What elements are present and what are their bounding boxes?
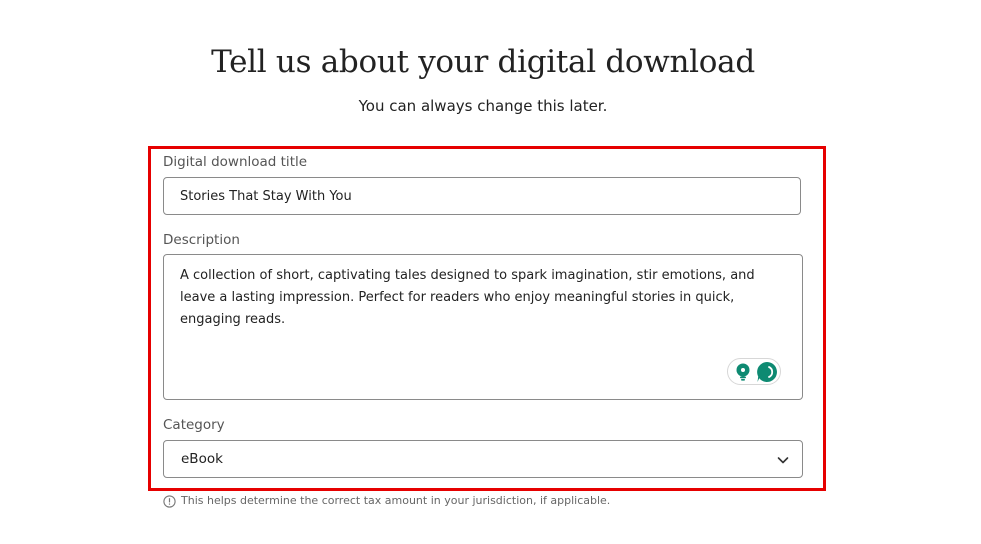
lightbulb-icon[interactable] [735, 363, 751, 381]
info-circle-icon [163, 495, 176, 508]
category-select[interactable]: eBook [163, 440, 803, 478]
title-input[interactable] [163, 177, 801, 215]
title-field-label: Digital download title [163, 154, 308, 170]
chat-bubble-icon[interactable] [756, 361, 778, 383]
page-subtitle: You can always change this later. [358, 97, 608, 115]
category-field-label: Category [163, 417, 225, 433]
description-field-label: Description [163, 232, 240, 248]
digital-download-setup-page: Tell us about your digital download You … [0, 0, 981, 544]
category-selected-value: eBook [181, 451, 223, 467]
help-text: This helps determine the correct tax amo… [181, 494, 611, 507]
page-title: Tell us about your digital download [211, 44, 755, 80]
description-textarea[interactable]: A collection of short, captivating tales… [163, 254, 803, 400]
writing-assistant-widget[interactable] [727, 358, 781, 385]
chevron-down-icon [777, 457, 789, 464]
